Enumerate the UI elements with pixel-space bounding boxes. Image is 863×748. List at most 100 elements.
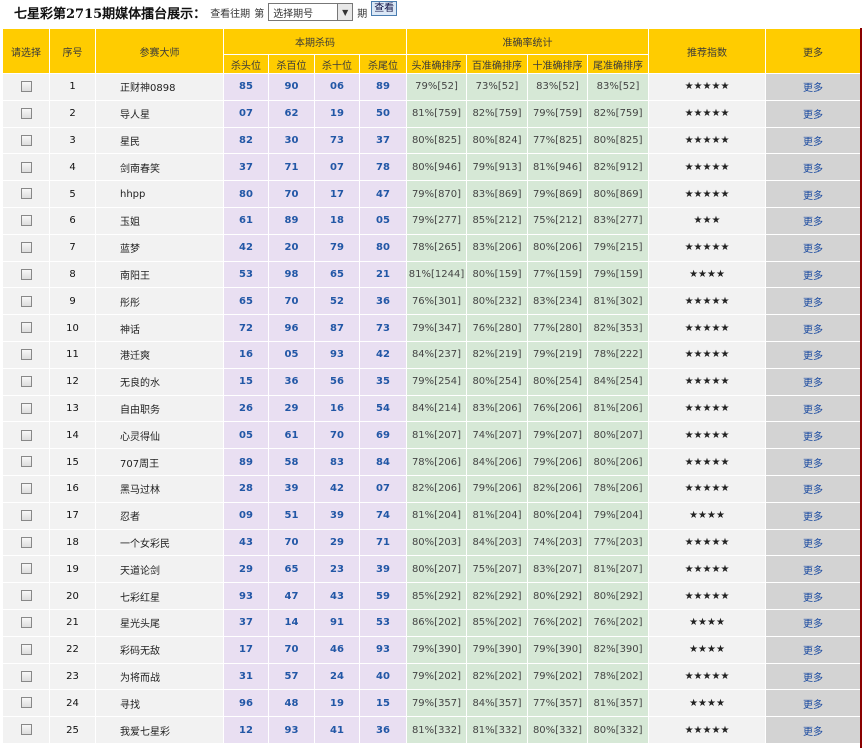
- row-checkbox[interactable]: [20, 483, 32, 495]
- accuracy-value: 79%[254]: [406, 367, 467, 396]
- more-link[interactable]: 更多: [765, 394, 861, 423]
- row-index: 22: [49, 635, 96, 664]
- row-checkbox[interactable]: [20, 670, 32, 682]
- row-select-cell: [2, 528, 50, 557]
- header-index: 序号: [49, 28, 96, 74]
- accuracy-value: 82%[759]: [466, 99, 528, 128]
- row-select-cell: [2, 287, 50, 316]
- kill-number: 36: [359, 716, 407, 744]
- master-name: 神话: [95, 314, 224, 342]
- table-row: 12 无良的水 15 36 56 35 79%[254] 80%[254] 80%[254] 84…: [2, 367, 861, 396]
- row-checkbox[interactable]: [20, 268, 32, 280]
- master-name: 七彩红星: [95, 582, 224, 610]
- row-index: 3: [49, 126, 96, 155]
- more-link[interactable]: 更多: [765, 662, 861, 691]
- kill-number: 17: [223, 635, 269, 664]
- row-checkbox[interactable]: [20, 81, 32, 93]
- row-index: 18: [49, 528, 96, 557]
- header-acc-col: 尾准确排序: [587, 54, 649, 74]
- row-checkbox[interactable]: [20, 402, 32, 414]
- accuracy-value: 83%[277]: [587, 206, 649, 235]
- row-checkbox[interactable]: [20, 563, 32, 575]
- more-link[interactable]: 更多: [765, 716, 861, 744]
- more-link[interactable]: 更多: [765, 421, 861, 450]
- row-checkbox[interactable]: [20, 322, 32, 334]
- accuracy-value: 81%[206]: [587, 394, 649, 423]
- more-link[interactable]: 更多: [765, 340, 861, 369]
- query-button[interactable]: 查看: [371, 0, 398, 16]
- row-checkbox[interactable]: [20, 134, 32, 146]
- row-index: 6: [49, 206, 96, 235]
- more-link[interactable]: 更多: [765, 474, 861, 503]
- kill-number: 39: [268, 474, 315, 503]
- kill-number: 65: [223, 287, 269, 316]
- more-link[interactable]: 更多: [765, 73, 861, 101]
- master-name: 为将而战: [95, 662, 224, 691]
- page-title: 七星彩第2715期媒体擂台展示：: [14, 6, 207, 22]
- row-checkbox[interactable]: [20, 107, 32, 119]
- kill-number: 61: [223, 206, 269, 235]
- more-link[interactable]: 更多: [765, 126, 861, 155]
- accuracy-value: 84%[214]: [406, 394, 467, 423]
- accuracy-value: 80%[332]: [527, 716, 588, 744]
- row-checkbox[interactable]: [20, 509, 32, 521]
- row-checkbox[interactable]: [20, 617, 32, 629]
- table-row: 10 神话 72 96 87 73 79%[347] 76%[280] 77%[280] 82%[…: [2, 314, 861, 342]
- row-checkbox[interactable]: [20, 724, 32, 736]
- row-checkbox[interactable]: [20, 241, 32, 253]
- row-checkbox[interactable]: [20, 536, 32, 548]
- more-link[interactable]: 更多: [765, 180, 861, 208]
- more-link[interactable]: 更多: [765, 635, 861, 664]
- more-link[interactable]: 更多: [765, 287, 861, 316]
- table-row: 3 星民 82 30 73 37 80%[825] 80%[824] 77%[825] 80%[8…: [2, 126, 861, 155]
- more-link[interactable]: 更多: [765, 555, 861, 584]
- kill-number: 48: [268, 689, 315, 718]
- more-link[interactable]: 更多: [765, 233, 861, 262]
- master-name: 一个女彩民: [95, 528, 224, 557]
- row-checkbox[interactable]: [20, 590, 32, 602]
- more-link[interactable]: 更多: [765, 528, 861, 557]
- row-checkbox[interactable]: [20, 429, 32, 441]
- header-accuracy-group: 准确率统计: [406, 28, 649, 55]
- kill-number: 30: [268, 126, 315, 155]
- more-link[interactable]: 更多: [765, 608, 861, 637]
- recommend-stars: ★★★★★: [648, 421, 766, 450]
- row-checkbox[interactable]: [20, 295, 32, 307]
- row-checkbox[interactable]: [20, 215, 32, 227]
- accuracy-value: 78%[202]: [587, 662, 649, 691]
- more-link[interactable]: 更多: [765, 153, 861, 182]
- master-name: 黑马过林: [95, 474, 224, 503]
- more-link[interactable]: 更多: [765, 260, 861, 289]
- more-link[interactable]: 更多: [765, 582, 861, 610]
- more-link[interactable]: 更多: [765, 448, 861, 476]
- more-link[interactable]: 更多: [765, 689, 861, 718]
- kill-number: 47: [359, 180, 407, 208]
- recommend-stars: ★★★★★: [648, 153, 766, 182]
- more-link[interactable]: 更多: [765, 99, 861, 128]
- kill-number: 16: [223, 340, 269, 369]
- row-index: 10: [49, 314, 96, 342]
- more-link[interactable]: 更多: [765, 501, 861, 530]
- row-checkbox[interactable]: [20, 349, 32, 361]
- row-checkbox[interactable]: [20, 643, 32, 655]
- more-link[interactable]: 更多: [765, 367, 861, 396]
- accuracy-value: 82%[759]: [587, 99, 649, 128]
- kill-number: 42: [359, 340, 407, 369]
- kill-number: 29: [223, 555, 269, 584]
- kill-number: 19: [314, 99, 360, 128]
- row-checkbox[interactable]: [20, 161, 32, 173]
- row-select-cell: [2, 233, 50, 262]
- row-checkbox[interactable]: [20, 697, 32, 709]
- chevron-down-icon[interactable]: ▼: [337, 4, 353, 20]
- row-checkbox[interactable]: [20, 456, 32, 468]
- kill-number: 96: [223, 689, 269, 718]
- row-checkbox[interactable]: [20, 375, 32, 387]
- accuracy-value: 82%[353]: [587, 314, 649, 342]
- issue-select[interactable]: 选择期号 ▼: [268, 3, 354, 21]
- row-checkbox[interactable]: [20, 188, 32, 200]
- kill-number: 14: [268, 608, 315, 637]
- kill-number: 74: [359, 501, 407, 530]
- accuracy-value: 75%[212]: [527, 206, 588, 235]
- more-link[interactable]: 更多: [765, 314, 861, 342]
- more-link[interactable]: 更多: [765, 206, 861, 235]
